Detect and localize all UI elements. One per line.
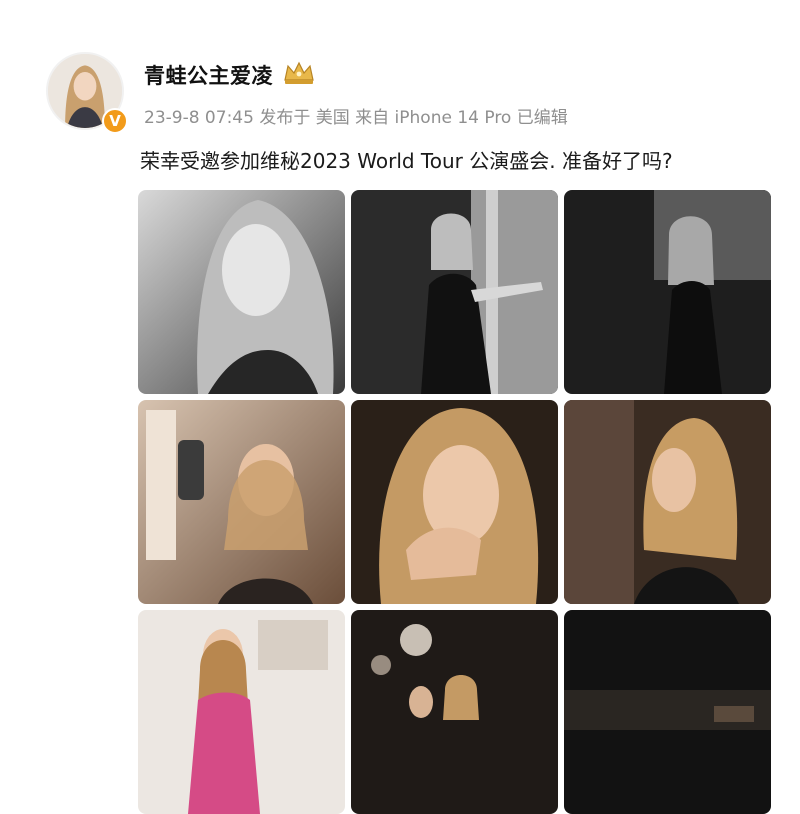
photo-6[interactable] bbox=[564, 400, 771, 604]
crown-icon bbox=[284, 61, 314, 84]
photo-5[interactable] bbox=[351, 400, 558, 604]
photo-1[interactable] bbox=[138, 190, 345, 394]
photo-2[interactable] bbox=[351, 190, 558, 394]
photo-grid bbox=[138, 190, 771, 814]
username[interactable]: 青蛙公主爱凌 bbox=[144, 60, 273, 90]
weibo-post: V 青蛙公主爱凌 23-9-8 07:45 发布于 美国 来自 iPhone 1… bbox=[0, 0, 800, 814]
avatar[interactable]: V bbox=[46, 52, 128, 134]
photo-7[interactable] bbox=[138, 610, 345, 814]
photo-3[interactable] bbox=[564, 190, 771, 394]
photo-9[interactable] bbox=[564, 610, 771, 814]
photo-4[interactable] bbox=[138, 400, 345, 604]
verified-v-icon: V bbox=[102, 108, 128, 134]
post-meta: 23-9-8 07:45 发布于 美国 来自 iPhone 14 Pro 已编辑 bbox=[144, 108, 568, 128]
post-text: 荣幸受邀参加维秘2023 World Tour 公演盛会. 准备好了吗? bbox=[140, 149, 673, 173]
photo-8[interactable] bbox=[351, 610, 558, 814]
